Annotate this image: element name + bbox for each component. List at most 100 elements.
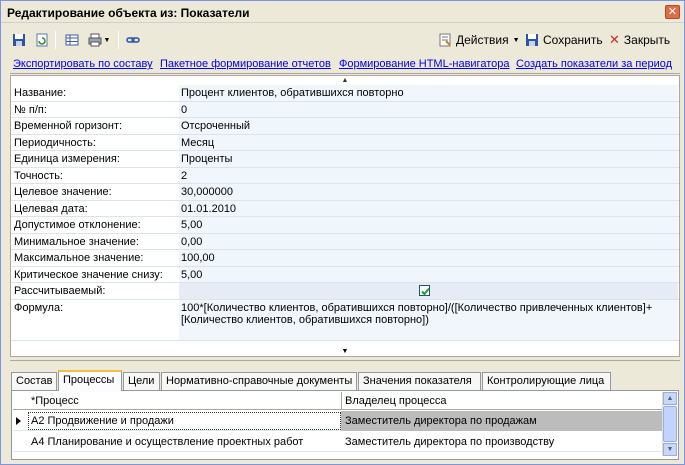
property-value-deviation[interactable]: 5,00 (179, 217, 678, 233)
property-label: Единица измерения: (14, 153, 120, 165)
batch-reports-link[interactable]: Пакетное формирование отчетов (160, 58, 331, 70)
tab-processes[interactable]: Процессы (58, 370, 122, 391)
save-label: Сохранить (543, 33, 603, 47)
property-value-min[interactable]: 0,00 (179, 233, 678, 249)
window-title: Редактирование объекта из: Показатели (7, 6, 250, 20)
tab-panel-processes: *Процесс Владелец процесса А2 Продвижени… (11, 390, 679, 460)
property-row: Максимальное значение: 100,00 (11, 250, 679, 267)
property-row: Целевое значение: 30,000000 (11, 184, 679, 201)
calculated-checkbox[interactable] (419, 285, 430, 296)
property-label: Минимальное значение: (14, 235, 139, 248)
link-button[interactable] (123, 30, 143, 50)
toolbar-separator (55, 31, 56, 49)
property-value-critical[interactable]: 5,00 (179, 266, 678, 282)
property-row-formula: Формула: 100*[Количество клиентов, обрат… (11, 299, 679, 341)
actions-label: Действия (456, 33, 509, 47)
processes-table: *Процесс Владелец процесса А2 Продвижени… (13, 392, 663, 456)
refresh-button[interactable] (32, 30, 52, 50)
property-row: Единица измерения: Проценты (11, 151, 679, 168)
column-header-owner[interactable]: Владелец процесса (345, 395, 447, 407)
window-close-button[interactable]: ✕ (665, 5, 680, 19)
column-header-process[interactable]: *Процесс (31, 395, 79, 407)
property-value-name[interactable]: Процент клиентов, обратившихся повторно (179, 85, 678, 101)
property-row: Критическое значение снизу: 5,00 (11, 266, 679, 283)
printer-icon (88, 33, 102, 47)
owner-cell[interactable]: Заместитель директора по производству (345, 436, 554, 448)
print-button[interactable]: ▼ (85, 30, 113, 50)
property-row: Допустимое отклонение: 5,00 (11, 217, 679, 234)
splitter[interactable] (10, 360, 680, 363)
actions-icon (439, 33, 451, 47)
property-label: Периодичность: (14, 136, 96, 149)
property-row: Временной горизонт: Отсроченный (11, 118, 679, 135)
property-label: Целевое значение: (14, 186, 112, 198)
property-label: Критическое значение снизу: (14, 268, 163, 281)
save-button[interactable]: Сохранить (525, 31, 603, 49)
scroll-down-icon[interactable]: ▼ (11, 347, 679, 356)
document-refresh-icon (36, 33, 48, 47)
scroll-up-icon[interactable]: ▲ (11, 76, 679, 85)
property-row: Целевая дата: 01.01.2010 (11, 200, 679, 217)
dropdown-arrow-icon: ▼ (103, 36, 111, 44)
property-rows: Название: Процент клиентов, обратившихся … (11, 85, 679, 341)
property-value-calculated (179, 283, 678, 299)
links-row: Экспортировать по составу Пакетное форми… (11, 58, 679, 72)
export-by-composition-link[interactable]: Экспортировать по составу (13, 58, 153, 70)
create-indicators-link[interactable]: Создать показатели за период (516, 58, 672, 70)
tab-composition[interactable]: Состав (11, 372, 57, 390)
save-icon-button[interactable] (9, 30, 29, 50)
property-value-unit[interactable]: Проценты (179, 151, 678, 167)
table-scrollbar[interactable]: ▲ ▼ (662, 392, 677, 456)
checkmark-icon (421, 287, 430, 296)
tab-goals[interactable]: Цели (123, 372, 160, 390)
property-row: Точность: 2 (11, 167, 679, 184)
owner-cell[interactable]: Заместитель директора по продажам (345, 415, 537, 427)
property-value-formula[interactable]: 100*[Количество клиентов, обратившихся п… (179, 299, 678, 340)
property-value-max[interactable]: 100,00 (179, 250, 678, 266)
floppy-disk-icon (526, 34, 538, 46)
close-button[interactable]: ✕ Закрыть (609, 31, 670, 49)
html-navigator-link[interactable]: Формирование HTML-навигатора (339, 58, 509, 70)
property-value-precision[interactable]: 2 (179, 167, 678, 183)
property-value-horizon[interactable]: Отсроченный (179, 118, 678, 134)
property-label: Временной горизонт: (14, 120, 123, 132)
actions-menu-button[interactable]: Действия ▼ (438, 31, 520, 49)
table-view-button[interactable] (62, 30, 82, 50)
property-label: Название: (14, 87, 67, 99)
current-row-arrow-icon (16, 417, 21, 425)
property-value-target-date[interactable]: 01.01.2010 (179, 200, 678, 216)
property-row: Название: Процент клиентов, обратившихся … (11, 85, 679, 102)
toolbar-separator (118, 31, 119, 49)
toolbar: ▼ Действия ▼ Сохранить ✕ Закрыть (5, 27, 680, 53)
property-row: Периодичность: Месяц (11, 134, 679, 151)
property-row: Минимальное значение: 0,00 (11, 233, 679, 250)
property-label: Рассчитываемый: (14, 285, 106, 297)
property-label: Максимальное значение: (14, 252, 144, 264)
tab-reference-documents[interactable]: Нормативно-справочные документы (161, 372, 357, 390)
property-row-calculated: Рассчитываемый: (11, 283, 679, 300)
property-row: № п/п: 0 (11, 101, 679, 118)
column-separator[interactable] (341, 392, 342, 410)
property-label: № п/п: (14, 103, 47, 116)
tab-controllers[interactable]: Контролирующие лица (482, 372, 611, 390)
floppy-disk-icon (13, 34, 25, 46)
close-label: Закрыть (623, 33, 671, 47)
chain-link-icon (126, 37, 140, 43)
property-value-periodicity[interactable]: Месяц (179, 134, 678, 150)
tab-indicator-values[interactable]: Значения показателя (358, 372, 481, 390)
process-cell[interactable]: А2 Продвижение и продажи (31, 415, 174, 427)
property-grid: ▲ Название: Процент клиентов, обратившихс… (10, 75, 680, 357)
property-value-number[interactable]: 0 (179, 101, 678, 117)
property-value-target[interactable]: 30,000000 (179, 184, 678, 200)
dropdown-arrow-icon: ▼ (512, 36, 520, 44)
table-row[interactable]: А2 Продвижение и продажи Заместитель дир… (13, 411, 663, 431)
property-label: Целевая дата: (14, 202, 88, 215)
scroll-up-arrow-icon[interactable]: ▲ (663, 392, 677, 405)
scroll-down-arrow-icon[interactable]: ▼ (663, 443, 677, 456)
scroll-thumb[interactable] (663, 406, 677, 442)
editor-window: Редактирование объекта из: Показатели ✕ … (0, 0, 685, 465)
title-bar: Редактирование объекта из: Показатели ✕ (1, 1, 684, 23)
process-cell[interactable]: А4 Планирование и осуществление проектны… (31, 436, 303, 448)
table-row[interactable]: А4 Планирование и осуществление проектны… (13, 432, 663, 452)
table-header: *Процесс Владелец процесса (13, 392, 663, 410)
